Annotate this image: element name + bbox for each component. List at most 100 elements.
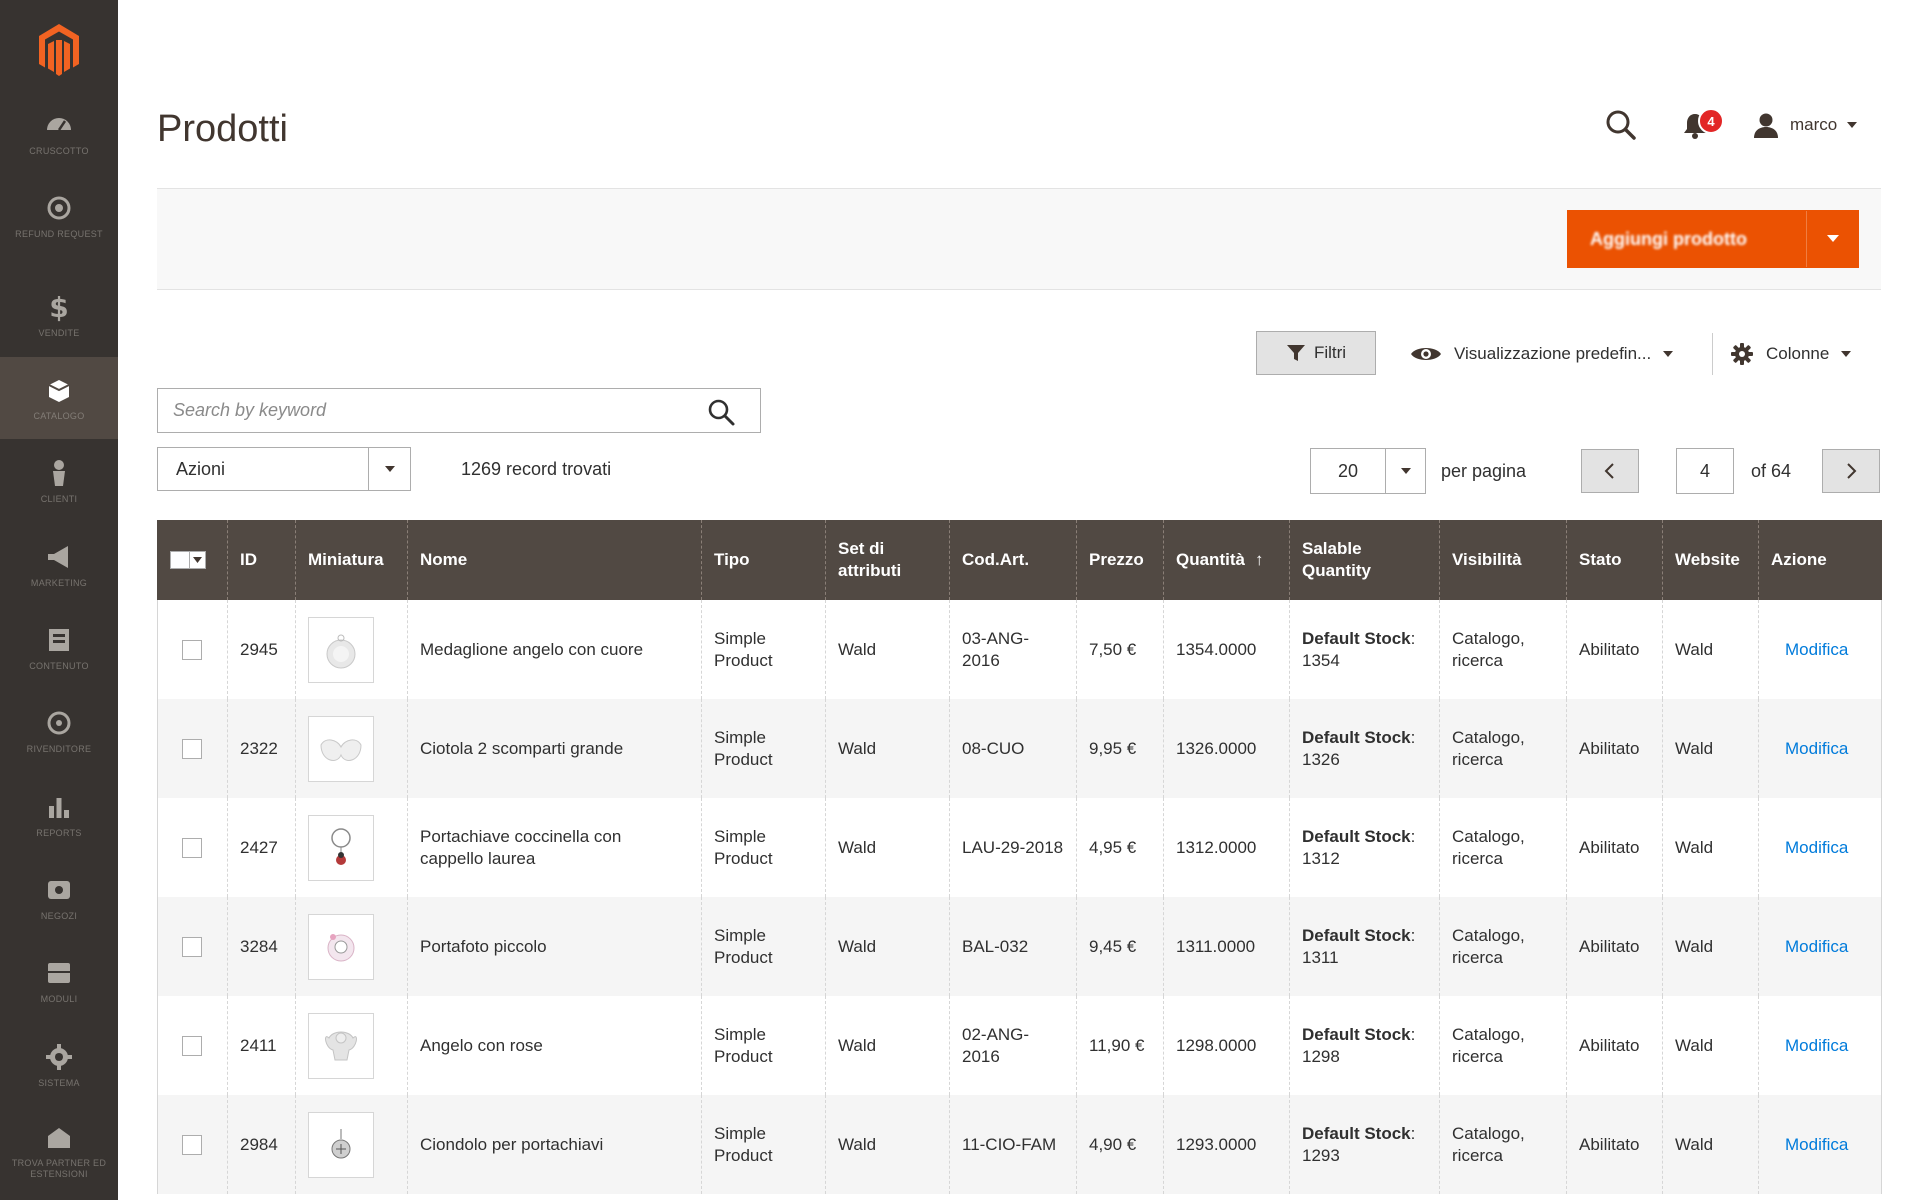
chevron-down-icon — [1400, 468, 1411, 474]
chevron-left-icon — [1604, 463, 1614, 479]
edit-product-link[interactable]: Modifica — [1771, 936, 1848, 958]
add-product-button[interactable]: Aggiungi prodotto — [1567, 210, 1859, 268]
user-menu[interactable]: marco — [1752, 110, 1858, 140]
product-thumbnail[interactable] — [308, 814, 374, 881]
cell-action: Modifica — [1758, 1095, 1882, 1194]
sidebar-item-clienti[interactable]: Clienti — [0, 440, 118, 522]
cell-thumbnail — [295, 600, 408, 699]
product-thumbnail[interactable] — [308, 1111, 374, 1178]
notifications-badge[interactable]: 4 — [1698, 108, 1724, 134]
cell-id: 2984 — [227, 1095, 296, 1194]
current-page-input[interactable] — [1676, 448, 1734, 494]
stock-source-label: Default Stock — [1302, 727, 1411, 747]
columns-selector[interactable]: Colonne — [1730, 336, 1852, 372]
caret-down-icon — [193, 557, 202, 563]
column-header-sku[interactable]: Cod.Art. — [949, 520, 1077, 600]
row-checkbox[interactable] — [182, 1134, 202, 1155]
sidebar-item-refund-request[interactable]: Refund Request — [0, 175, 118, 257]
chevron-down-icon — [384, 466, 395, 472]
select-all-menu-toggle[interactable] — [190, 551, 206, 569]
select-all-checkbox[interactable] — [170, 551, 190, 569]
cell-type: Simple Product — [701, 897, 826, 996]
chevron-down-icon — [1663, 351, 1674, 357]
keyword-search-input[interactable] — [158, 389, 698, 432]
sidebar-item-reports[interactable]: Reports — [0, 774, 118, 856]
select-all-control[interactable] — [170, 551, 215, 569]
edit-product-link[interactable]: Modifica — [1771, 639, 1848, 661]
column-header-website[interactable]: Website — [1662, 520, 1759, 600]
mass-actions-toggle[interactable] — [368, 448, 410, 490]
cell-attribute-set: Wald — [825, 798, 950, 897]
row-checkbox[interactable] — [182, 837, 202, 858]
column-header-quantity[interactable]: Quantità ↑ — [1163, 520, 1290, 600]
magento-logo[interactable] — [0, 0, 118, 100]
stock-separator: : — [1410, 628, 1416, 648]
sidebar-item-rivenditore[interactable]: Rivenditore — [0, 690, 118, 772]
cell-sku: 03-ANG-2016 — [949, 600, 1077, 699]
cell-price: 4,90 € — [1076, 1095, 1164, 1194]
column-header-price[interactable]: Prezzo — [1076, 520, 1164, 600]
sidebar-item-contenuto[interactable]: Contenuto — [0, 607, 118, 689]
column-header-attribute-set[interactable]: Set di attributi — [825, 520, 950, 600]
row-checkbox[interactable] — [182, 1035, 202, 1056]
column-header-visibility[interactable]: Visibilità — [1439, 520, 1567, 600]
next-page-button[interactable] — [1822, 449, 1880, 493]
sidebar-item-vendite[interactable]: $ Vendite — [0, 274, 118, 356]
stock-value: 1312 — [1302, 848, 1340, 868]
add-product-dropdown-toggle[interactable] — [1806, 211, 1858, 267]
cell-visibility: Catalogo, ricerca — [1439, 897, 1567, 996]
stock-source-label: Default Stock — [1302, 925, 1411, 945]
cell-thumbnail — [295, 1095, 408, 1194]
cell-thumbnail — [295, 996, 408, 1095]
sidebar-item-label: Sistema — [38, 1077, 80, 1088]
add-product-label[interactable]: Aggiungi prodotto — [1568, 229, 1806, 250]
column-header-salable-quantity[interactable]: Salable Quantity — [1289, 520, 1440, 600]
dashboard-icon — [44, 110, 74, 140]
column-header-status[interactable]: Stato — [1566, 520, 1663, 600]
table-row[interactable]: 3284 Portafoto piccolo Simple Product Wald B… — [157, 897, 1882, 996]
sidebar-item-sistema[interactable]: Sistema — [0, 1024, 118, 1106]
mass-actions-select[interactable]: Azioni — [157, 447, 411, 491]
table-row[interactable]: 2427 Portachiave coccinella con cappello … — [157, 798, 1882, 897]
product-thumbnail[interactable] — [308, 715, 374, 782]
sidebar-item-negozi[interactable]: Negozi — [0, 857, 118, 939]
row-checkbox[interactable] — [182, 936, 202, 957]
cell-thumbnail — [295, 699, 408, 798]
table-row[interactable]: 2945 Medaglione angelo con cuore Simple Pr… — [157, 600, 1882, 699]
row-select-cell — [157, 600, 228, 699]
per-page-toggle[interactable] — [1385, 449, 1425, 493]
edit-product-link[interactable]: Modifica — [1771, 738, 1848, 760]
product-thumbnail[interactable] — [308, 1012, 374, 1079]
sidebar-item-catalogo[interactable]: Catalogo — [0, 357, 118, 439]
column-header-thumbnail[interactable]: Miniatura — [295, 520, 408, 600]
table-row[interactable]: 2322 Ciotola 2 scomparti grande Simple Pro… — [157, 699, 1882, 798]
product-thumbnail[interactable] — [308, 616, 374, 683]
view-selector[interactable]: Visualizzazione predefin... — [1410, 336, 1674, 372]
filters-button[interactable]: Filtri — [1256, 331, 1376, 375]
column-header-id[interactable]: ID — [227, 520, 296, 600]
table-row[interactable]: 2984 Ciondolo per portachiavi Simple Produ… — [157, 1095, 1882, 1194]
sidebar-item-trova-partner-ed-estensioni[interactable]: Trova partner ed estensioni — [0, 1110, 118, 1192]
cell-visibility: Catalogo, ricerca — [1439, 699, 1567, 798]
global-search-button[interactable] — [1604, 108, 1638, 142]
edit-product-link[interactable]: Modifica — [1771, 1035, 1848, 1057]
edit-product-link[interactable]: Modifica — [1771, 837, 1848, 859]
product-thumbnail[interactable] — [308, 913, 374, 980]
column-header-type[interactable]: Tipo — [701, 520, 826, 600]
sidebar-item-moduli[interactable]: Moduli — [0, 940, 118, 1022]
row-checkbox[interactable] — [182, 639, 202, 660]
edit-product-link[interactable]: Modifica — [1771, 1134, 1848, 1156]
row-checkbox[interactable] — [182, 738, 202, 759]
column-header-name[interactable]: Nome — [407, 520, 702, 600]
sidebar-item-cruscotto[interactable]: Cruscotto — [0, 92, 118, 174]
table-row[interactable]: 2411 Angelo con rose Simple Product Wald 02-… — [157, 996, 1882, 1095]
cell-action: Modifica — [1758, 897, 1882, 996]
stock-separator: : — [1410, 1123, 1416, 1143]
total-pages: of 64 — [1751, 461, 1792, 481]
select-all-header[interactable] — [157, 520, 228, 600]
cell-website: Wald — [1662, 600, 1759, 699]
per-page-select[interactable]: 20 — [1310, 448, 1426, 494]
sidebar-item-marketing[interactable]: Marketing — [0, 524, 118, 606]
keyword-search-button[interactable] — [706, 397, 736, 427]
previous-page-button[interactable] — [1581, 449, 1639, 493]
